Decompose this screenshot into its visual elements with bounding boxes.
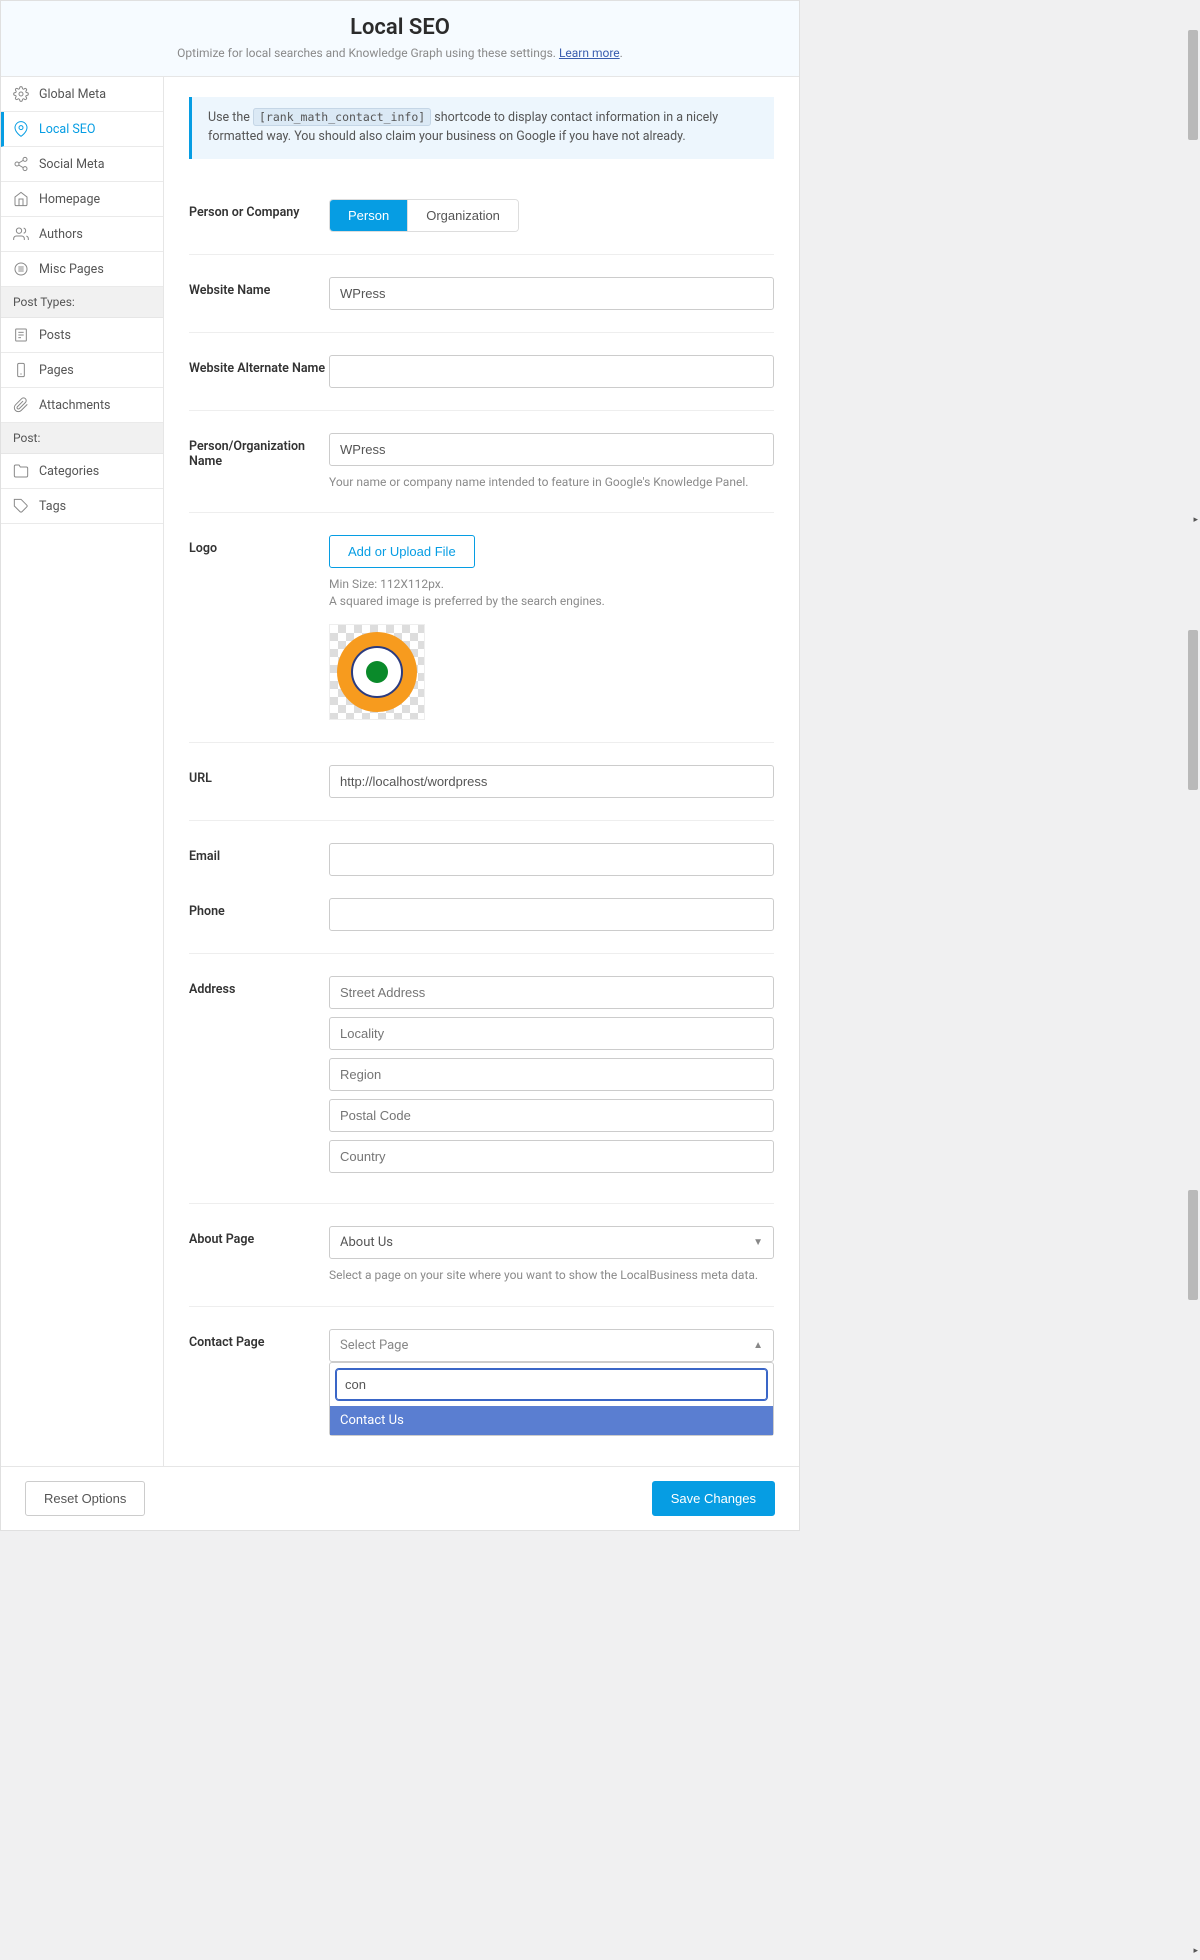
main-content: Use the [rank_math_contact_info] shortco… xyxy=(164,77,799,1466)
sidebar-item-authors[interactable]: Authors xyxy=(1,217,163,252)
phone-input[interactable] xyxy=(329,898,774,931)
scrollbar-track[interactable]: ▸ ▸ xyxy=(1186,0,1200,1960)
sidebar-item-homepage[interactable]: Homepage xyxy=(1,182,163,217)
page-subtitle: Optimize for local searches and Knowledg… xyxy=(21,46,779,60)
scroll-arrow-icon[interactable]: ▸ xyxy=(1193,515,1198,525)
sidebar-item-tags[interactable]: Tags xyxy=(1,489,163,524)
post-icon xyxy=(13,327,29,343)
list-icon xyxy=(13,261,29,277)
label-contact-page: Contact Page xyxy=(189,1329,329,1436)
gear-icon xyxy=(13,86,29,102)
option-organization[interactable]: Organization xyxy=(407,200,518,231)
option-person[interactable]: Person xyxy=(330,200,407,231)
upload-logo-button[interactable]: Add or Upload File xyxy=(329,535,475,568)
learn-more-link[interactable]: Learn more xyxy=(559,46,620,60)
contact-option-contact-us[interactable]: Contact Us xyxy=(330,1406,773,1435)
page-title: Local SEO xyxy=(21,15,779,40)
region-input[interactable] xyxy=(329,1058,774,1091)
contact-page-dropdown: Contact Us xyxy=(329,1362,774,1436)
label-address: Address xyxy=(189,976,329,1181)
label-about-page: About Page xyxy=(189,1226,329,1284)
sidebar-item-categories[interactable]: Categories xyxy=(1,454,163,489)
label-email: Email xyxy=(189,843,329,876)
sidebar-item-local-seo[interactable]: Local SEO xyxy=(1,112,163,147)
website-alt-input[interactable] xyxy=(329,355,774,388)
logo-help: Min Size: 112X112px. A squared image is … xyxy=(329,576,774,610)
scrollbar-thumb-3[interactable] xyxy=(1188,1190,1198,1300)
sidebar-item-global-meta[interactable]: Global Meta xyxy=(1,77,163,112)
page-icon xyxy=(13,362,29,378)
label-website-alt: Website Alternate Name xyxy=(189,355,329,388)
scrollbar-thumb-1[interactable] xyxy=(1188,30,1198,140)
sidebar-item-pages[interactable]: Pages xyxy=(1,353,163,388)
tag-icon xyxy=(13,498,29,514)
logo-preview[interactable] xyxy=(329,624,425,720)
share-icon xyxy=(13,156,29,172)
about-page-help: Select a page on your site where you wan… xyxy=(329,1267,774,1284)
label-url: URL xyxy=(189,765,329,798)
sidebar-label: Global Meta xyxy=(39,87,106,102)
contact-page-select[interactable]: Select Page ▲ xyxy=(329,1329,774,1362)
save-button[interactable]: Save Changes xyxy=(652,1481,775,1516)
folder-icon xyxy=(13,463,29,479)
sidebar-item-posts[interactable]: Posts xyxy=(1,318,163,353)
country-input[interactable] xyxy=(329,1140,774,1173)
label-org-name: Person/Organization Name xyxy=(189,433,329,491)
clip-icon xyxy=(13,397,29,413)
label-phone: Phone xyxy=(189,898,329,931)
org-name-input[interactable] xyxy=(329,433,774,466)
footer-bar: Reset Options Save Changes xyxy=(1,1466,799,1530)
sidebar-group-post: Post: xyxy=(1,423,163,454)
scrollbar-thumb-2[interactable] xyxy=(1188,630,1198,790)
scroll-arrow-icon[interactable]: ▸ xyxy=(1193,1946,1198,1956)
locality-input[interactable] xyxy=(329,1017,774,1050)
shortcode: [rank_math_contact_info] xyxy=(253,108,431,126)
sidebar-label: Pages xyxy=(39,363,74,378)
sidebar-group-post-types: Post Types: xyxy=(1,287,163,318)
sidebar-label: Attachments xyxy=(39,398,111,413)
sidebar: Global Meta Local SEO Social Meta Homepa… xyxy=(1,77,164,1466)
page-header: Local SEO Optimize for local searches an… xyxy=(1,1,799,77)
org-name-help: Your name or company name intended to fe… xyxy=(329,474,774,491)
sidebar-item-attachments[interactable]: Attachments xyxy=(1,388,163,423)
sidebar-label: Social Meta xyxy=(39,157,105,172)
info-notice: Use the [rank_math_contact_info] shortco… xyxy=(189,97,774,159)
label-person-company: Person or Company xyxy=(189,199,329,232)
website-name-input[interactable] xyxy=(329,277,774,310)
chevron-up-icon: ▲ xyxy=(753,1340,763,1351)
label-website-name: Website Name xyxy=(189,277,329,310)
sidebar-label: Homepage xyxy=(39,192,100,207)
about-page-select[interactable]: About Us ▼ xyxy=(329,1226,774,1259)
app-container: Local SEO Optimize for local searches an… xyxy=(0,0,800,1531)
sidebar-label: Local SEO xyxy=(39,122,95,137)
reset-button[interactable]: Reset Options xyxy=(25,1481,145,1516)
postal-input[interactable] xyxy=(329,1099,774,1132)
sidebar-label: Misc Pages xyxy=(39,262,104,277)
contact-search-input[interactable] xyxy=(336,1369,767,1400)
home-icon xyxy=(13,191,29,207)
email-input[interactable] xyxy=(329,843,774,876)
label-logo: Logo xyxy=(189,535,329,720)
sidebar-label: Tags xyxy=(39,499,66,514)
url-input[interactable] xyxy=(329,765,774,798)
street-input[interactable] xyxy=(329,976,774,1009)
sidebar-label: Posts xyxy=(39,328,71,343)
pin-icon xyxy=(13,121,29,137)
sidebar-label: Categories xyxy=(39,464,99,479)
sidebar-label: Authors xyxy=(39,227,83,242)
sidebar-item-misc[interactable]: Misc Pages xyxy=(1,252,163,287)
sidebar-item-social-meta[interactable]: Social Meta xyxy=(1,147,163,182)
users-icon xyxy=(13,226,29,242)
chevron-down-icon: ▼ xyxy=(753,1237,763,1248)
person-company-toggle: Person Organization xyxy=(329,199,519,232)
